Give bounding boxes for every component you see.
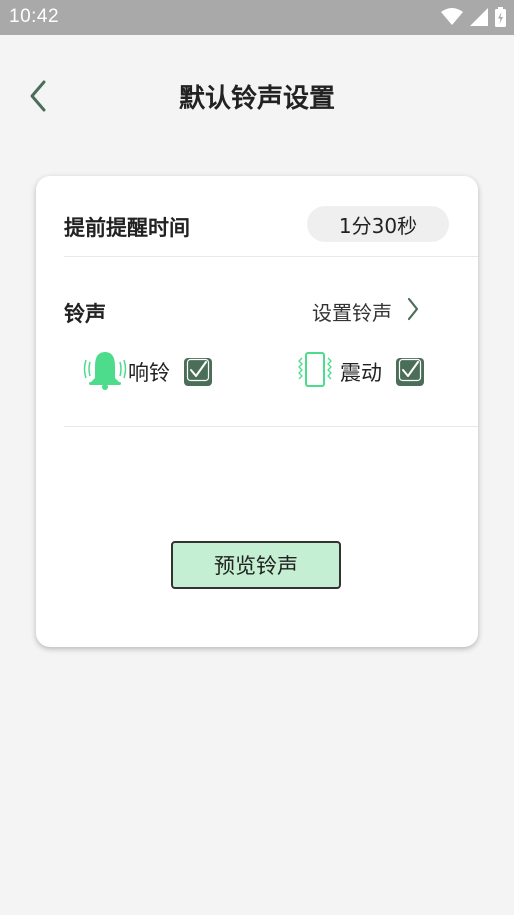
- advance-reminder-label: 提前提醒时间: [64, 216, 190, 240]
- preview-ringtone-button[interactable]: 预览铃声: [171, 541, 341, 589]
- set-ringtone-link[interactable]: 设置铃声: [312, 294, 420, 328]
- signal-icon: [470, 8, 488, 30]
- wifi-icon: [441, 8, 463, 30]
- bell-ringing-icon: [82, 350, 128, 394]
- chevron-right-icon: [392, 296, 420, 326]
- ringtone-label: 铃声: [64, 302, 106, 326]
- checkmark-icon: [186, 358, 210, 386]
- settings-card: 提前提醒时间 1分30秒 铃声 设置铃声 响铃 震动 预览铃声: [36, 176, 478, 647]
- status-icons: [441, 7, 506, 31]
- ring-option[interactable]: 响铃: [82, 350, 212, 394]
- header: 默认铃声设置: [0, 60, 514, 132]
- vibrate-option[interactable]: 震动: [298, 350, 424, 394]
- battery-charging-icon: [495, 7, 506, 31]
- advance-reminder-value[interactable]: 1分30秒: [307, 206, 449, 242]
- vibrate-checkbox[interactable]: [396, 358, 424, 386]
- page-title: 默认铃声设置: [178, 84, 335, 114]
- vibrate-label: 震动: [340, 361, 382, 385]
- phone-vibrate-icon: [298, 350, 332, 394]
- ring-checkbox[interactable]: [184, 358, 212, 386]
- ring-label: 响铃: [128, 361, 170, 385]
- checkmark-icon: [398, 358, 422, 386]
- divider: [64, 256, 478, 257]
- divider: [64, 426, 478, 427]
- status-bar: 10:42: [0, 0, 514, 35]
- set-ringtone-label: 设置铃声: [312, 300, 392, 325]
- status-time: 10:42: [9, 6, 60, 27]
